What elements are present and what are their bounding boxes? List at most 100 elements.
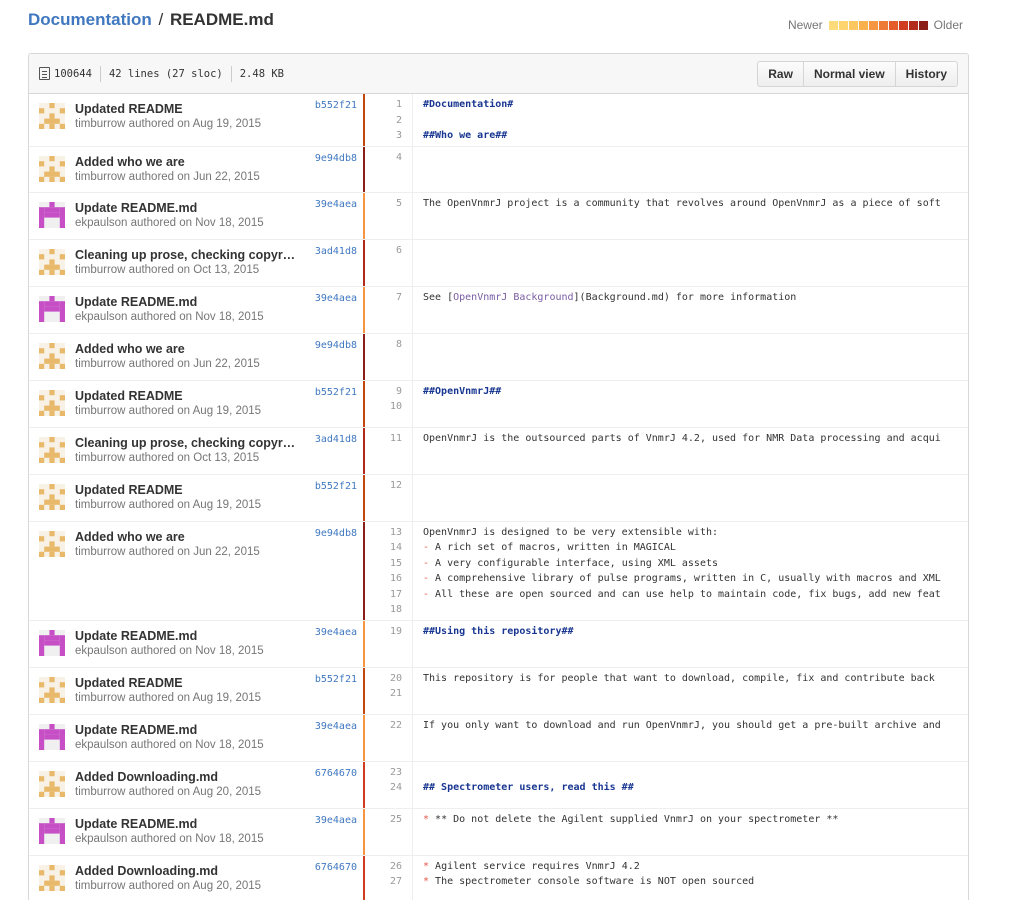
avatar[interactable] — [39, 155, 65, 182]
line-number[interactable]: 13 — [365, 525, 402, 541]
history-button[interactable]: History — [894, 61, 958, 87]
commit-sha-link[interactable]: 6764670 — [315, 768, 357, 779]
code-line: - A rich set of macros, written in MAGIC… — [423, 540, 968, 556]
code-line: If you only want to download and run Ope… — [423, 719, 941, 731]
breadcrumb-file: README.md — [169, 10, 274, 29]
commit-sha-link[interactable]: 6764670 — [315, 862, 357, 873]
line-number[interactable]: 15 — [365, 556, 402, 572]
avatar[interactable] — [39, 530, 65, 557]
commit-message-link[interactable]: Updated README — [75, 483, 303, 498]
avatar[interactable] — [39, 436, 65, 463]
code-lines: ## Spectrometer users, read this ## — [413, 762, 968, 808]
commit-message-link[interactable]: Updated README — [75, 676, 303, 691]
line-number[interactable]: 18 — [365, 602, 402, 618]
breadcrumb: Documentation / README.md — [28, 10, 274, 30]
commit-text: Added who we are timburrow authored on Ju… — [75, 527, 357, 620]
avatar[interactable] — [39, 770, 65, 797]
avatar[interactable] — [39, 629, 65, 656]
commit-sha-link[interactable]: 3ad41d8 — [315, 434, 357, 445]
lines-cell: 26 27 * Agilent service requires VnmrJ 4.2… — [365, 855, 968, 900]
line-number[interactable]: 25 — [365, 812, 402, 828]
line-number[interactable]: 23 — [365, 765, 402, 781]
commit-sha-link[interactable]: 9e94db8 — [315, 153, 357, 164]
commit-sha-link[interactable]: 39e4aea — [315, 815, 357, 826]
commit-message-link[interactable]: Added Downloading.md — [75, 770, 303, 785]
line-number[interactable]: 14 — [365, 540, 402, 556]
avatar[interactable] — [39, 864, 65, 891]
commit-message-link[interactable]: Cleaning up prose, checking copyr… — [75, 436, 303, 451]
line-number[interactable]: 6 — [365, 243, 402, 259]
avatar[interactable] — [39, 723, 65, 750]
line-number[interactable]: 2 — [365, 113, 402, 129]
commit-sha-link[interactable]: b552f21 — [315, 100, 357, 111]
line-number[interactable]: 10 — [365, 399, 402, 415]
commit-sha-link[interactable]: 9e94db8 — [315, 528, 357, 539]
line-number[interactable]: 19 — [365, 624, 402, 640]
raw-button[interactable]: Raw — [757, 61, 804, 87]
blame-table: Updated README timburrow authored on Aug … — [29, 94, 968, 900]
avatar[interactable] — [39, 483, 65, 510]
commit-message-link[interactable]: Added who we are — [75, 530, 303, 545]
normal-view-button[interactable]: Normal view — [802, 61, 896, 87]
avatar[interactable] — [39, 676, 65, 703]
line-numbers: 25 — [365, 808, 413, 855]
commit-message-link[interactable]: Update README.md — [75, 723, 303, 738]
line-number[interactable]: 21 — [365, 686, 402, 702]
commit-sha-link[interactable]: 39e4aea — [315, 721, 357, 732]
commit-sha-link[interactable]: 39e4aea — [315, 199, 357, 210]
commit-message-link[interactable]: Update README.md — [75, 629, 303, 644]
commit-message-link[interactable]: Cleaning up prose, checking copyr… — [75, 248, 303, 263]
commit-message-link[interactable]: Updated README — [75, 102, 303, 117]
line-number[interactable]: 5 — [365, 196, 402, 212]
avatar[interactable] — [39, 817, 65, 844]
commit-message-link[interactable]: Updated README — [75, 389, 303, 404]
commit-sha-link[interactable]: 39e4aea — [315, 293, 357, 304]
commit-sha-link[interactable]: b552f21 — [315, 674, 357, 685]
line-number[interactable]: 26 — [365, 859, 402, 875]
commit-message-link[interactable]: Update README.md — [75, 201, 303, 216]
page-header: Documentation / README.md — [28, 10, 274, 36]
avatar[interactable] — [39, 342, 65, 369]
line-number[interactable]: 20 — [365, 671, 402, 687]
lines-cell: 19 ##Using this repository## — [365, 620, 968, 667]
commit-sha-link[interactable]: 9e94db8 — [315, 340, 357, 351]
line-number[interactable]: 3 — [365, 128, 402, 144]
file-lines: 42 lines (27 sloc) — [108, 67, 223, 80]
line-number[interactable]: 27 — [365, 874, 402, 890]
line-number[interactable]: 8 — [365, 337, 402, 353]
commit-message-link[interactable]: Update README.md — [75, 295, 303, 310]
legend-newer-label: Newer — [787, 18, 823, 32]
commit-sha-link[interactable]: b552f21 — [315, 481, 357, 492]
line-number[interactable]: 7 — [365, 290, 402, 306]
code-lines: OpenVnmrJ is designed to be very extensi… — [413, 522, 968, 620]
commit-sha-link[interactable]: 3ad41d8 — [315, 246, 357, 257]
line-number[interactable]: 9 — [365, 384, 402, 400]
breadcrumb-separator: / — [158, 10, 164, 29]
commit-message-link[interactable]: Added who we are — [75, 342, 303, 357]
line-number[interactable]: 22 — [365, 718, 402, 734]
commit-message-link[interactable]: Update README.md — [75, 817, 303, 832]
lines-cell: 13 14 15 16 17 18 OpenVnmrJ is designed to be … — [365, 521, 968, 620]
avatar[interactable] — [39, 295, 65, 322]
line-number[interactable]: 1 — [365, 97, 402, 113]
line-number[interactable]: 12 — [365, 478, 402, 494]
line-number[interactable]: 4 — [365, 150, 402, 166]
blame-row: Added Downloading.md timburrow authored o… — [29, 855, 968, 900]
line-number[interactable]: 24 — [365, 780, 402, 796]
code-line: - All these are open sourced and can use… — [423, 587, 968, 603]
avatar[interactable] — [39, 389, 65, 416]
commit-message-link[interactable]: Added who we are — [75, 155, 303, 170]
avatar[interactable] — [39, 201, 65, 228]
line-numbers: 26 27 — [365, 855, 413, 900]
line-number[interactable]: 11 — [365, 431, 402, 447]
breadcrumb-root-link[interactable]: Documentation — [28, 10, 152, 29]
line-number[interactable]: 16 — [365, 571, 402, 587]
avatar[interactable] — [39, 103, 65, 129]
commit-message-link[interactable]: Added Downloading.md — [75, 864, 303, 879]
line-numbers: 7 — [365, 286, 413, 333]
commit-sha-link[interactable]: b552f21 — [315, 387, 357, 398]
line-number[interactable]: 17 — [365, 587, 402, 603]
avatar[interactable] — [39, 248, 65, 275]
commit-sha-link[interactable]: 39e4aea — [315, 627, 357, 638]
code-lines: * ** Do not delete the Agilent supplied … — [413, 809, 968, 855]
